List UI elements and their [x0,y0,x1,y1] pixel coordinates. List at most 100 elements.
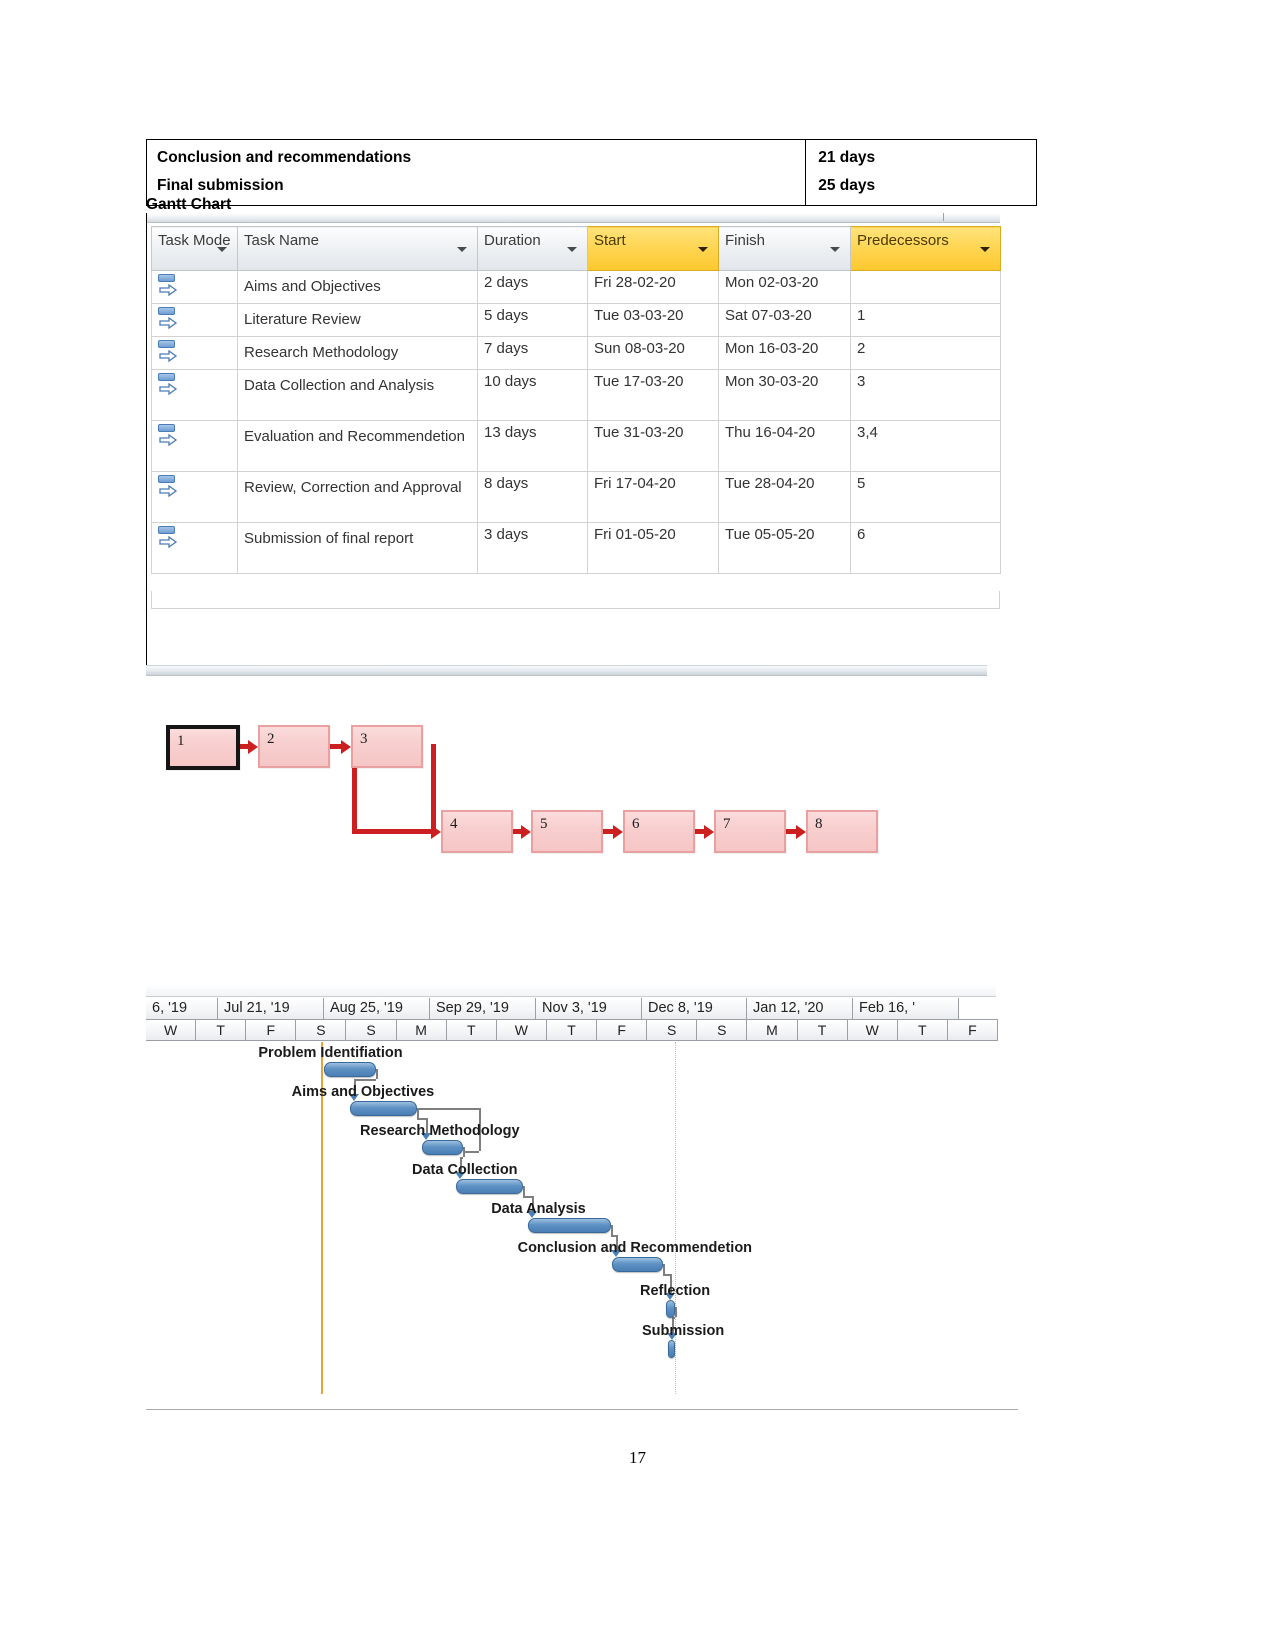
task-name-cell[interactable]: Evaluation and Recommendetion [237,420,478,472]
start-cell[interactable]: Fri 28-02-20 [587,270,719,304]
predecessors-cell[interactable]: 6 [850,522,1001,574]
start-cell[interactable]: Tue 03-03-20 [587,303,719,337]
auto-schedule-icon [158,274,182,300]
gantt-bar[interactable] [324,1062,376,1077]
timeline-month-header: 6, '19 Jul 21, '19 Aug 25, '19 Sep 29, '19 N… [146,998,998,1020]
gantt-bar[interactable] [350,1101,417,1116]
timeline-month-cell: Feb 16, ' [853,998,959,1019]
gantt-bar[interactable] [666,1300,675,1318]
finish-cell[interactable]: Tue 28-04-20 [718,471,851,523]
task-name-cell[interactable]: Data Collection and Analysis [237,369,478,421]
column-header-start[interactable]: Start [587,226,719,271]
gantt-bar[interactable] [422,1140,463,1155]
duration-cell[interactable]: 5 days [477,303,588,337]
predecessors-cell[interactable]: 5 [850,471,1001,523]
start-cell[interactable]: Tue 31-03-20 [587,420,719,472]
task-mode-cell[interactable] [151,270,238,304]
network-node[interactable]: 2 [258,725,330,768]
page-number: 17 [629,1448,646,1467]
task-name-cell[interactable]: Review, Correction and Approval [237,471,478,523]
predecessors-cell[interactable]: 1 [850,303,1001,337]
duration-cell[interactable]: 8 days [477,471,588,523]
table-row: Final submission 25 days [146,172,1037,206]
auto-schedule-icon [158,424,182,450]
task-mode-cell[interactable] [151,369,238,421]
network-node[interactable]: 5 [531,810,603,853]
finish-cell[interactable]: Mon 16-03-20 [718,336,851,370]
network-node[interactable]: 7 [714,810,786,853]
timeline-month-cell: 6, '19 [146,998,218,1019]
gantt-bar-label: Aims and Objectives [291,1084,435,1100]
chevron-down-icon[interactable] [698,247,708,252]
start-cell[interactable]: Sun 08-03-20 [587,336,719,370]
duration-cell[interactable]: 13 days [477,420,588,472]
start-cell[interactable]: Fri 01-05-20 [587,522,719,574]
table-row[interactable]: Aims and Objectives 2 days Fri 28-02-20 Mon… [151,270,1001,304]
sheet-horizontal-scrollbar[interactable] [147,213,1000,223]
gantt-link [376,1069,378,1079]
column-header-task-name[interactable]: Task Name [237,226,478,271]
table-row[interactable]: Literature Review 5 days Tue 03-03-20 Sat 0… [151,303,1001,337]
task-name-cell[interactable]: Submission of final report [237,522,478,574]
task-mode-cell[interactable] [151,303,238,337]
duration-cell[interactable]: 3 days [477,522,588,574]
task-name-cell[interactable]: Aims and Objectives [237,270,478,304]
column-header-task-mode[interactable]: Task Mode [151,226,238,271]
chevron-down-icon[interactable] [217,247,227,252]
duration-cell[interactable]: 10 days [477,369,588,421]
table-row[interactable]: Evaluation and Recommendetion 13 days Tue … [151,420,1001,472]
carryover-task-table: Conclusion and recommendations 21 days F… [146,139,1037,206]
predecessors-cell[interactable]: 3,4 [850,420,1001,472]
finish-cell[interactable]: Sat 07-03-20 [718,303,851,337]
duration-cell[interactable]: 2 days [477,270,588,304]
network-edge [431,829,432,834]
chevron-down-icon[interactable] [457,247,467,252]
chevron-down-icon[interactable] [830,247,840,252]
task-mode-cell[interactable] [151,522,238,574]
table-row[interactable]: Research Methodology 7 days Sun 08-03-20 Mo… [151,336,1001,370]
task-name-cell[interactable]: Research Methodology [237,336,478,370]
auto-schedule-icon [158,526,182,552]
gantt-bar[interactable] [668,1340,675,1358]
duration-cell[interactable]: 7 days [477,336,588,370]
network-node-label: 1 [177,733,185,749]
project-finish-marker-line [675,1042,676,1394]
task-mode-cell[interactable] [151,336,238,370]
table-row[interactable]: Data Collection and Analysis 10 days Tue 1… [151,369,1001,421]
network-node[interactable]: 6 [623,810,695,853]
gantt-bar[interactable] [456,1179,523,1194]
network-node-label: 8 [815,816,823,832]
table-row[interactable]: Review, Correction and Approval 8 days Fri… [151,471,1001,523]
timeline-day-cell: W [847,1020,898,1040]
network-node[interactable]: 1 [166,725,240,770]
finish-cell[interactable]: Thu 16-04-20 [718,420,851,472]
gantt-bar[interactable] [528,1218,611,1233]
finish-cell[interactable]: Tue 05-05-20 [718,522,851,574]
predecessors-cell[interactable] [850,270,1001,304]
network-arrowhead [796,824,806,839]
task-duration: 25 days [805,172,1037,206]
column-header-duration[interactable]: Duration [477,226,588,271]
gantt-bar[interactable] [612,1257,663,1272]
chevron-down-icon[interactable] [567,247,577,252]
table-row[interactable]: Submission of final report 3 days Fri 01-0… [151,522,1001,574]
start-cell[interactable]: Tue 17-03-20 [587,369,719,421]
task-mode-cell[interactable] [151,420,238,472]
predecessors-cell[interactable]: 2 [850,336,1001,370]
network-node[interactable]: 8 [806,810,878,853]
gantt-timeline-screenshot: 6, '19 Jul 21, '19 Aug 25, '19 Sep 29, '19 N… [146,985,1018,1410]
task-name-cell[interactable]: Literature Review [237,303,478,337]
network-node[interactable]: 4 [441,810,513,853]
timeline-day-cell: M [747,1020,798,1040]
network-diagram-scrollbar[interactable] [146,665,987,676]
task-mode-cell[interactable] [151,471,238,523]
column-header-predecessors[interactable]: Predecessors [850,226,1001,271]
gantt-scrollbar[interactable] [146,985,996,997]
predecessors-cell[interactable]: 3 [850,369,1001,421]
chevron-down-icon[interactable] [980,247,990,252]
network-node[interactable]: 3 [351,725,423,768]
start-cell[interactable]: Fri 17-04-20 [587,471,719,523]
column-header-finish[interactable]: Finish [718,226,851,271]
finish-cell[interactable]: Mon 30-03-20 [718,369,851,421]
finish-cell[interactable]: Mon 02-03-20 [718,270,851,304]
